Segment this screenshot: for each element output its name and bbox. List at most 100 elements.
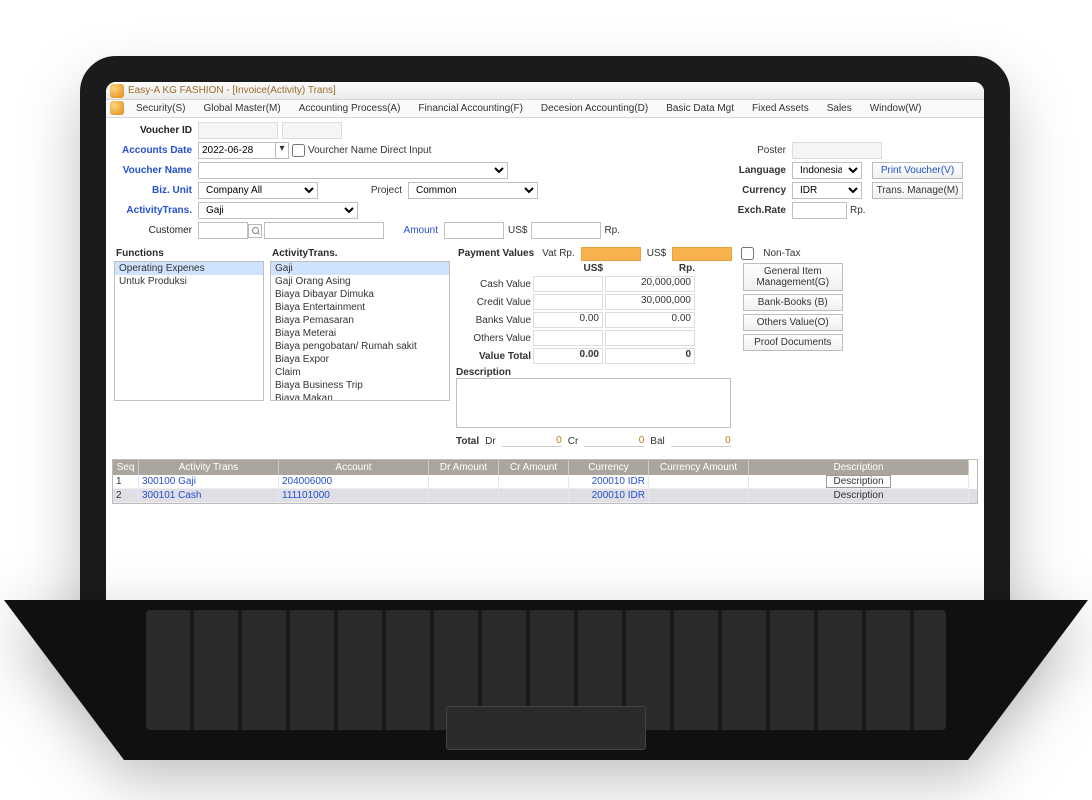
col-dr-amount[interactable]: Dr Amount [429,460,499,475]
voucher-id-input[interactable] [198,122,278,139]
currency-select[interactable]: IDR [792,182,862,199]
voucher-id-label: Voucher ID [114,125,198,136]
print-voucher-button[interactable]: Print Voucher(V) [872,162,964,179]
activity-item-8[interactable]: Claim [271,366,449,379]
menu-financial-accounting[interactable]: Financial Accounting(F) [410,101,531,116]
proof-documents-button[interactable]: Proof Documents [743,334,843,351]
activity-item-4[interactable]: Biaya Pemasaran [271,314,449,327]
row-description-button[interactable]: Description [826,475,890,488]
menu-global-master[interactable]: Global Master(M) [195,101,288,116]
others-usd[interactable] [533,330,603,346]
search-icon[interactable] [248,224,262,238]
app-icon [110,84,124,98]
activity-item-10[interactable]: Biaya Makan [271,392,449,401]
accounts-date-label: Accounts Date [114,145,198,156]
trans-manage-button[interactable]: Trans. Manage(M) [872,182,964,199]
direct-input-checkbox[interactable] [292,144,305,157]
functions-item-1[interactable]: Untuk Produksi [115,275,263,288]
voucher-id-input2[interactable] [282,122,342,139]
table-row[interactable]: 1 300100 Gaji 204006000 200010 IDR Descr… [113,475,977,489]
col-account[interactable]: Account [279,460,429,475]
description-textarea[interactable] [456,378,731,428]
activity-item-7[interactable]: Biaya Expor [271,353,449,366]
col-currency[interactable]: Currency [569,460,649,475]
bank-books-button[interactable]: Bank-Books (B) [743,294,843,311]
menu-security[interactable]: Security(S) [128,101,193,116]
menu-window[interactable]: Window(W) [862,101,930,116]
col-uss: US$ [533,263,603,274]
menubar-icon [110,101,124,115]
activity-item-2[interactable]: Biaya Dibayar Dimuka [271,288,449,301]
activity-item-9[interactable]: Biaya Business Trip [271,379,449,392]
functions-listbox[interactable]: Operating Expenes Untuk Produksi [114,261,264,401]
project-label: Project [318,185,408,196]
biz-unit-select[interactable]: Company All [198,182,318,199]
language-select[interactable]: Indonesia [792,162,862,179]
non-tax-checkbox[interactable] [741,247,754,260]
payment-values-header: Payment Values [456,246,536,261]
poster-input[interactable] [792,142,882,159]
col-rp: Rp. [605,263,695,274]
exch-rate-label: Exch.Rate [732,205,792,216]
col-seq[interactable]: Seq [113,460,139,475]
activity-trans-select[interactable]: Gaji [198,202,358,219]
menu-decision-accounting[interactable]: Decesion Accounting(D) [533,101,656,116]
vat-uss-label: US$ [647,248,666,259]
accounts-date-input[interactable] [198,142,276,159]
activity-item-3[interactable]: Biaya Entertainment [271,301,449,314]
biz-unit-label: Biz. Unit [114,185,198,196]
functions-header: Functions [114,246,264,261]
activity-listbox[interactable]: Gaji Gaji Orang Asing Biaya Dibayar Dimu… [270,261,450,401]
voucher-name-label: Voucher Name [114,165,198,176]
currency-label: Currency [732,185,792,196]
dr-label: Dr [485,436,496,447]
customer-name[interactable] [264,222,384,239]
banks-usd[interactable]: 0.00 [533,312,603,328]
menu-sales[interactable]: Sales [819,101,860,116]
window-title: Easy-A KG FASHION - [Invoice(Activity) T… [128,85,336,96]
total-bal: 0 [671,435,731,447]
activity-item-5[interactable]: Biaya Meterai [271,327,449,340]
col-currency-amount[interactable]: Currency Amount [649,460,749,475]
customer-label: Customer [114,225,198,236]
cash-rp[interactable]: 20,000,000 [605,276,695,292]
calendar-icon[interactable]: ▾ [275,142,289,159]
menu-basic-data[interactable]: Basic Data Mgt [658,101,742,116]
credit-rp[interactable]: 30,000,000 [605,294,695,310]
voucher-name-select[interactable] [198,162,508,179]
amount-rp-label: Rp. [604,225,620,236]
others-value-button[interactable]: Others Value(O) [743,314,843,331]
exch-rate-rp-label: Rp. [850,205,866,216]
activity-item-1[interactable]: Gaji Orang Asing [271,275,449,288]
menu-bar: Security(S) Global Master(M) Accounting … [106,100,984,118]
others-value-label: Others Value [456,333,531,344]
functions-item-0[interactable]: Operating Expenes [115,262,263,275]
menu-fixed-assets[interactable]: Fixed Assets [744,101,817,116]
amount-rp-input[interactable] [531,222,601,239]
value-total-label: Value Total [456,351,531,362]
project-select[interactable]: Common [408,182,538,199]
vat-uss-bar [672,247,732,261]
col-cr-amount[interactable]: Cr Amount [499,460,569,475]
general-item-button[interactable]: General Item Management(G) [743,263,843,291]
menu-accounting-process[interactable]: Accounting Process(A) [291,101,409,116]
credit-usd[interactable] [533,294,603,310]
activity-item-6[interactable]: Biaya pengobatan/ Rumah sakit [271,340,449,353]
amount-input[interactable] [444,222,504,239]
customer-code[interactable] [198,222,248,239]
activity-item-0[interactable]: Gaji [271,262,449,275]
total-cr: 0 [584,435,644,447]
table-row[interactable]: 2 300101 Cash 111101000 200010 IDR Descr… [113,489,977,503]
banks-value-label: Banks Value [456,315,531,326]
col-description[interactable]: Description [749,460,969,475]
cash-usd[interactable] [533,276,603,292]
exch-rate-input[interactable] [792,202,847,219]
col-activity-trans[interactable]: Activity Trans [139,460,279,475]
direct-input-label: Vourcher Name Direct Input [308,145,431,156]
transactions-grid[interactable]: Seq Activity Trans Account Dr Amount Cr … [112,459,978,504]
banks-rp[interactable]: 0.00 [605,312,695,328]
total-usd: 0.00 [533,348,603,364]
others-rp[interactable] [605,330,695,346]
total-rp: 0 [605,348,695,364]
total-label: Total [456,436,479,447]
